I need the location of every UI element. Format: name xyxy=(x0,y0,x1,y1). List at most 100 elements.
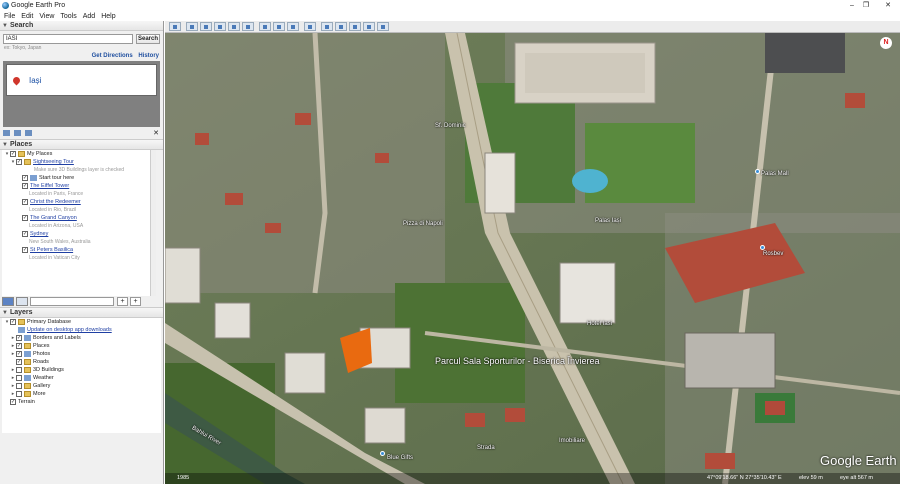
search-panel-title: Search xyxy=(9,22,34,29)
add-place-button[interactable]: + xyxy=(117,297,128,306)
tree-item-grand-canyon[interactable]: ✓ The Grand Canyon xyxy=(2,214,156,222)
collapse-triangle-icon[interactable]: ▼ xyxy=(2,23,8,29)
menu-help[interactable]: Help xyxy=(101,13,115,20)
tree-link[interactable]: Sightseeing Tour xyxy=(33,158,74,166)
search-input[interactable]: IASI xyxy=(3,34,133,44)
search-results: Iași xyxy=(3,61,160,127)
layer-update[interactable]: Update on desktop app downloads xyxy=(2,326,161,334)
search-result-label[interactable]: Iași xyxy=(29,76,41,85)
earth-view[interactable]: Sf. Dominic Pizza di Napoli Palas Iași P… xyxy=(165,33,900,484)
tree-desc: Make sure 3D Buildings layer is checked xyxy=(34,167,125,173)
add-folder-button[interactable]: + xyxy=(130,297,141,306)
layer-places[interactable]: ▸ ✓ Places xyxy=(2,342,161,350)
tree-link[interactable]: Christ the Redeemer xyxy=(30,198,81,206)
layer-more[interactable]: ▸ More xyxy=(2,390,161,398)
status-bar: 1985 47°09'18.66" N 27°35'10.43" E elev … xyxy=(165,473,900,484)
layer-label: Gallery xyxy=(33,383,51,389)
map-label-palas-mall: Palas Mall xyxy=(761,171,789,177)
image-overlay-icon[interactable] xyxy=(228,22,240,31)
folder-icon[interactable] xyxy=(3,130,10,136)
record-tour-icon[interactable] xyxy=(242,22,254,31)
historical-imagery-icon[interactable] xyxy=(259,22,271,31)
get-directions-link[interactable]: Get Directions xyxy=(92,53,133,59)
layers-panel-header[interactable]: ▼ Layers xyxy=(0,308,163,318)
close-button[interactable]: ✕ xyxy=(876,0,900,11)
poi-marker-icon[interactable] xyxy=(380,451,385,456)
movie-maker-icon[interactable] xyxy=(363,22,375,31)
poi-marker-icon[interactable] xyxy=(755,169,760,174)
tree-link[interactable]: The Grand Canyon xyxy=(30,214,77,222)
layer-photos[interactable]: ▸ ✓ Photos xyxy=(2,350,161,358)
tree-link[interactable]: The Eiffel Tower xyxy=(30,182,69,190)
tree-item-eiffel[interactable]: ✓ The Eiffel Tower xyxy=(2,182,156,190)
layer-roads[interactable]: ✓ Roads xyxy=(2,358,161,366)
layer-gallery[interactable]: ▸ Gallery xyxy=(2,382,161,390)
collapse-triangle-icon[interactable]: ▼ xyxy=(2,142,8,148)
list-view-button[interactable] xyxy=(2,297,14,306)
close-results-icon[interactable]: ✕ xyxy=(153,129,159,137)
layer-weather[interactable]: ▸ Weather xyxy=(2,374,161,382)
placemark-icon[interactable] xyxy=(186,22,198,31)
layer-label: Primary Database xyxy=(27,319,72,325)
print-icon[interactable] xyxy=(25,130,32,136)
maximize-button[interactable]: ❐ xyxy=(854,0,878,11)
search-panel-header[interactable]: ▼ Search xyxy=(0,21,163,31)
email-icon[interactable] xyxy=(321,22,333,31)
search-result-item[interactable]: Iași xyxy=(6,64,157,96)
menu-bar: File Edit View Tools Add Help xyxy=(0,11,900,21)
menu-view[interactable]: View xyxy=(39,13,54,20)
search-button[interactable]: Search xyxy=(136,34,160,44)
layer-label: Roads xyxy=(33,359,49,365)
weather-icon xyxy=(24,375,31,381)
layer-borders[interactable]: ▸ ✓ Borders and Labels xyxy=(2,334,161,342)
tree-item-sightseeing[interactable]: ▾ ✓ Sightseeing Tour xyxy=(2,158,156,166)
polygon-icon[interactable] xyxy=(200,22,212,31)
menu-tools[interactable]: Tools xyxy=(60,13,76,20)
tree-desc: Located in Rio, Brazil xyxy=(29,207,77,213)
tree-desc: New South Wales, Australia xyxy=(29,239,91,245)
borders-icon xyxy=(24,335,31,341)
save-image-icon[interactable] xyxy=(349,22,361,31)
layer-3d[interactable]: ▸ 3D Buildings xyxy=(2,366,161,374)
history-link[interactable]: History xyxy=(138,53,159,59)
tree-item-st-peters[interactable]: ✓ St Peters Basilica xyxy=(2,246,156,254)
hide-sidebar-icon[interactable] xyxy=(169,22,181,31)
map-label-park: Parcul Sala Sporturilor - Biserica Învie… xyxy=(435,356,600,366)
tree-item-start-tour[interactable]: ✓ Start tour here xyxy=(2,174,156,182)
places-panel-title: Places xyxy=(9,141,33,148)
layer-primary-db[interactable]: ▾ ✓ Primary Database xyxy=(2,318,161,326)
layer-terrain[interactable]: ✓ Terrain xyxy=(2,398,161,406)
aerial-imagery xyxy=(165,33,900,484)
photos-icon xyxy=(24,351,31,357)
buildings-icon xyxy=(24,367,31,373)
copy-icon[interactable] xyxy=(14,130,21,136)
compass-north-icon[interactable]: N xyxy=(880,37,892,49)
tree-item-sydney[interactable]: ✓ Sydney xyxy=(2,230,156,238)
tree-label: Start tour here xyxy=(39,175,75,181)
menu-add[interactable]: Add xyxy=(83,13,95,20)
tree-link[interactable]: Sydney xyxy=(30,230,48,238)
print-icon[interactable] xyxy=(335,22,347,31)
poi-marker-icon[interactable] xyxy=(760,245,765,250)
places-scrollbar[interactable] xyxy=(150,150,156,296)
sunlight-icon[interactable] xyxy=(273,22,285,31)
places-filter-input[interactable] xyxy=(30,297,114,306)
planets-icon[interactable] xyxy=(287,22,299,31)
places-panel-header[interactable]: ▼ Places xyxy=(0,140,163,150)
menu-file[interactable]: File xyxy=(4,13,15,20)
tree-item-my-places[interactable]: ▾ ✓ My Places xyxy=(2,150,156,158)
ruler-icon[interactable] xyxy=(304,22,316,31)
eye-alt-readout: eye alt 567 m xyxy=(840,475,874,481)
tree-item-christ[interactable]: ✓ Christ the Redeemer xyxy=(2,198,156,206)
layer-link[interactable]: Update on desktop app downloads xyxy=(27,326,112,334)
path-icon[interactable] xyxy=(214,22,226,31)
google-maps-icon[interactable] xyxy=(377,22,389,31)
menu-edit[interactable]: Edit xyxy=(21,13,33,20)
layer-label: Photos xyxy=(33,351,51,357)
collapse-triangle-icon[interactable]: ▼ xyxy=(2,310,8,316)
panel-view-button[interactable] xyxy=(16,297,28,306)
tree-label: My Places xyxy=(27,151,53,157)
google-earth-app-icon xyxy=(2,2,9,9)
more-icon xyxy=(24,391,31,397)
tree-link[interactable]: St Peters Basilica xyxy=(30,246,73,254)
